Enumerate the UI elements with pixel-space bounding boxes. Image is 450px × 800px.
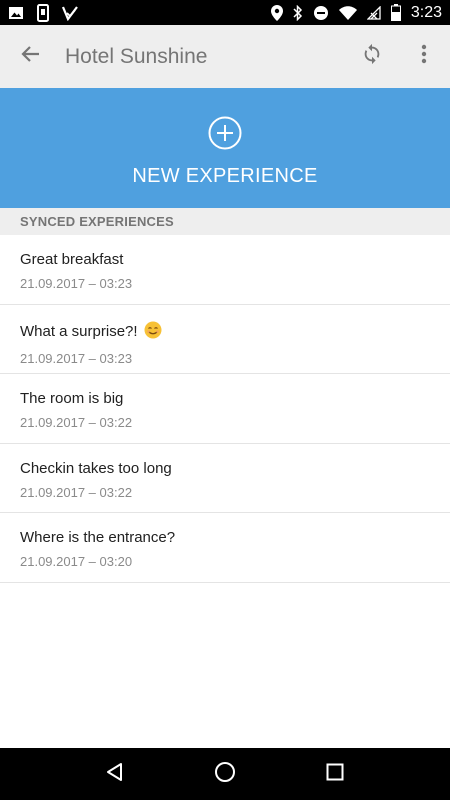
nav-recents-button[interactable] (305, 748, 365, 800)
back-triangle-icon (105, 762, 125, 787)
no-signal-icon (366, 5, 381, 20)
experience-date: 21.09.2017 – 03:23 (20, 350, 133, 366)
smiling-face-icon (144, 321, 162, 343)
status-left-icons (8, 3, 78, 22)
new-experience-label: NEW EXPERIENCE (132, 165, 318, 187)
experience-date: 21.09.2017 – 03:22 (20, 415, 133, 430)
experience-title-text: Checkin takes too long (20, 459, 172, 477)
experience-date: 21.09.2017 – 03:22 (20, 484, 133, 500)
battery-icon (390, 4, 401, 21)
list-item[interactable]: Great breakfast 21.09.2017 – 03:23 (0, 235, 450, 305)
nav-back-button[interactable] (85, 748, 145, 800)
experience-title: Checkin takes too long (20, 460, 450, 477)
list-item[interactable]: What a surprise?! 21.09.2017 – 03:23 (0, 305, 450, 374)
location-icon (270, 4, 283, 21)
do-not-disturb-icon (313, 5, 329, 21)
experience-title: Where is the entrance? (20, 529, 450, 546)
experience-title: What a surprise?! (20, 321, 450, 343)
experience-date: 21.09.2017 – 03:23 (20, 276, 133, 291)
back-button[interactable] (0, 25, 62, 88)
check-icon (62, 5, 78, 21)
experience-title-text: The room is big (20, 390, 124, 407)
arrow-back-icon (21, 44, 41, 69)
experience-title-text: Where is the entrance? (20, 529, 176, 546)
phone-icon (36, 3, 50, 22)
status-time: 3:23 (410, 3, 442, 21)
experience-list: Great breakfast 21.09.2017 – 03:23 What … (0, 235, 450, 583)
home-circle-icon (214, 761, 236, 788)
nav-home-button[interactable] (195, 748, 255, 800)
list-item[interactable]: Where is the entrance? 21.09.2017 – 03:2… (0, 513, 450, 583)
app-bar: Hotel Sunshine (0, 25, 450, 88)
add-circle-icon (208, 116, 242, 155)
experience-date: 21.09.2017 – 03:20 (20, 554, 133, 569)
experience-title: The room is big (20, 390, 450, 407)
image-icon (8, 5, 24, 21)
experience-title-text: What a surprise?! (20, 323, 138, 340)
page-title: Hotel Sunshine (65, 44, 208, 68)
system-nav-bar (0, 748, 450, 800)
section-header: SYNCED EXPERIENCES (0, 208, 450, 235)
recents-square-icon (326, 763, 344, 786)
experience-title-text: Great breakfast (20, 251, 124, 268)
more-vert-icon (421, 44, 427, 69)
new-experience-button[interactable]: NEW EXPERIENCE (0, 88, 450, 208)
sync-icon (361, 43, 383, 70)
status-bar: 3:23 (0, 0, 450, 25)
list-item[interactable]: The room is big 21.09.2017 – 03:22 (0, 374, 450, 444)
wifi-icon (338, 5, 357, 20)
status-right-icons: 3:23 (270, 3, 442, 22)
sync-button[interactable] (346, 25, 398, 88)
experience-title: Great breakfast (20, 251, 450, 268)
list-item[interactable]: Checkin takes too long 21.09.2017 – 03:2… (0, 444, 450, 513)
bluetooth-icon (293, 4, 303, 21)
more-options-button[interactable] (398, 25, 450, 88)
